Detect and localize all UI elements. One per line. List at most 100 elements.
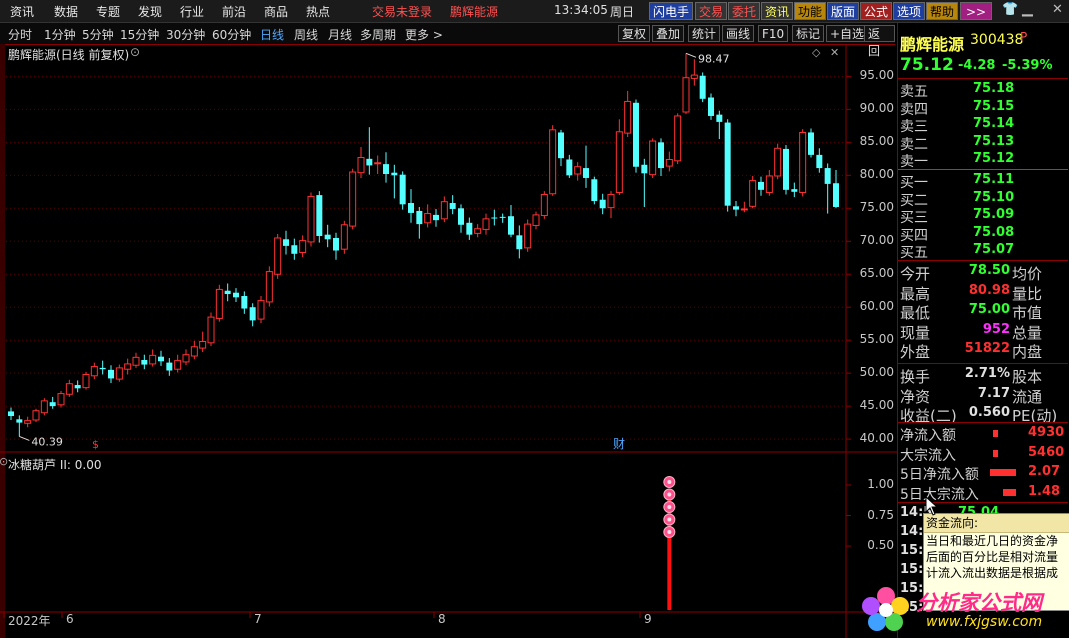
candle-body xyxy=(824,168,831,184)
menu-item-topics[interactable]: 专题 xyxy=(96,3,120,20)
candle xyxy=(674,113,682,165)
period-toolbar: 分时 1分钟 5分钟 15分钟 30分钟 60分钟 日线 周线 月线 多周期 更… xyxy=(0,23,895,58)
add-watchlist-button[interactable]: +自选 xyxy=(826,25,869,42)
candle xyxy=(566,154,573,178)
candle-body xyxy=(416,210,423,225)
top-menu-bar: 资讯 数据 专题 发现 行业 前沿 商品 热点 交易未登录 鹏辉能源 13:34… xyxy=(0,0,1069,23)
ask-level-1[interactable]: 卖一 75.12 xyxy=(898,151,1068,170)
period-tab-daily[interactable]: 日线 xyxy=(260,26,284,43)
candle-body xyxy=(108,369,114,379)
price-tick-label: 40.00 xyxy=(859,431,894,446)
stat-row: 今开 78.50 均价 xyxy=(898,263,1068,283)
draw-line-button[interactable]: 画线 xyxy=(722,25,755,42)
period-tab-30min[interactable]: 30分钟 xyxy=(166,26,205,43)
menu-item-commodity[interactable]: 商品 xyxy=(264,3,288,20)
order-button[interactable]: 委托 xyxy=(728,2,761,20)
back-button[interactable]: 返回 xyxy=(864,25,895,58)
candle xyxy=(124,358,132,375)
stat-label-2: 股本 xyxy=(1012,368,1043,386)
bid-level-3[interactable]: 买三 75.09 xyxy=(898,207,1068,226)
statistics-button[interactable]: 统计 xyxy=(688,25,721,42)
ask-level-4[interactable]: 卖四 75.15 xyxy=(898,99,1068,118)
function-button[interactable]: 功能 xyxy=(794,2,827,20)
candle-body xyxy=(508,216,514,235)
mark-button[interactable]: 标记 xyxy=(792,25,825,42)
news-button[interactable]: 资讯 xyxy=(761,2,794,20)
period-tab-5min[interactable]: 5分钟 xyxy=(82,26,114,43)
period-tab-60min[interactable]: 60分钟 xyxy=(212,26,251,43)
candle-body xyxy=(224,290,231,295)
candlestick-chart[interactable]: 98.47 40.39 $ 财 xyxy=(0,44,897,638)
period-tab-1min[interactable]: 1分钟 xyxy=(44,26,76,43)
f10-button[interactable]: F10 xyxy=(758,25,789,42)
period-tab-multi[interactable]: 多周期 xyxy=(360,26,396,43)
candle xyxy=(108,365,114,384)
period-tab-intraday[interactable]: 分时 xyxy=(8,26,32,43)
price-tick-label: 80.00 xyxy=(859,167,894,182)
trade-button[interactable]: 交易 xyxy=(695,2,728,20)
bid-level-4[interactable]: 买四 75.08 xyxy=(898,225,1068,244)
candle xyxy=(733,201,739,217)
menu-item-industry[interactable]: 行业 xyxy=(180,3,204,20)
diamond-icon[interactable]: ◇ xyxy=(812,46,820,59)
bid-level-1[interactable]: 买一 75.11 xyxy=(898,172,1068,191)
stat-value: 2.71% xyxy=(964,366,1010,381)
close-chart-icon[interactable]: ✕ xyxy=(830,46,839,59)
fund-flow-row[interactable]: 净流入额 4930 xyxy=(898,425,1068,444)
candle-body xyxy=(283,239,289,246)
candle xyxy=(333,232,339,260)
candle-body xyxy=(49,402,56,407)
stat-value: 78.50 xyxy=(968,263,1010,278)
chart-title-dropdown-icon[interactable]: ⊙ xyxy=(130,45,140,59)
candle xyxy=(749,175,757,209)
candle xyxy=(466,217,473,240)
formula-button[interactable]: 公式 xyxy=(860,2,893,20)
ask-level-3[interactable]: 卖三 75.14 xyxy=(898,116,1068,135)
options-button[interactable]: 选项 xyxy=(893,2,926,20)
bid-level-5[interactable]: 买五 75.07 xyxy=(898,242,1068,261)
fund-flow-row[interactable]: 大宗流入 5460 xyxy=(898,445,1068,464)
candle xyxy=(8,407,14,420)
overlay-button[interactable]: 叠加 xyxy=(652,25,685,42)
fund-flow-row[interactable]: 5日净流入额 2.07 xyxy=(898,464,1068,483)
indicator-dropdown-icon[interactable]: ⊙ xyxy=(0,455,8,468)
fund-flow-label: 净流入额 xyxy=(900,428,956,444)
candle xyxy=(524,219,532,252)
candle-body xyxy=(182,354,190,363)
candle-body xyxy=(765,175,773,193)
candle xyxy=(416,206,423,239)
close-icon[interactable]: ✕ xyxy=(1052,2,1063,17)
menu-item-frontier[interactable]: 前沿 xyxy=(222,3,246,20)
layout-button[interactable]: 版面 xyxy=(827,2,860,20)
period-tab-weekly[interactable]: 周线 xyxy=(294,26,318,43)
more-button[interactable]: >> xyxy=(960,2,992,20)
period-tab-15min[interactable]: 15分钟 xyxy=(120,26,159,43)
menu-item-discover[interactable]: 发现 xyxy=(138,3,162,20)
menu-item-hot[interactable]: 热点 xyxy=(306,3,330,20)
candle xyxy=(791,182,798,198)
low-pointer xyxy=(19,436,30,441)
candle xyxy=(583,145,589,188)
quote-suffix: P xyxy=(1020,30,1028,44)
candle-body xyxy=(241,296,248,309)
bid-level-2[interactable]: 买二 75.10 xyxy=(898,190,1068,209)
ask-level-2[interactable]: 卖二 75.13 xyxy=(898,134,1068,153)
fund-flow-row[interactable]: 5日大宗流入 1.48 xyxy=(898,484,1068,503)
shirt-icon[interactable]: 👕 xyxy=(1002,2,1018,17)
candle xyxy=(716,110,723,140)
minimize-icon[interactable]: ▁ xyxy=(1022,1,1033,17)
period-tab-more[interactable]: 更多 > xyxy=(405,26,443,43)
ask-level-5[interactable]: 卖五 75.18 xyxy=(898,81,1068,100)
menu-item-news[interactable]: 资讯 xyxy=(10,3,34,20)
help-button[interactable]: 帮助 xyxy=(926,2,959,20)
bid-price: 75.09 xyxy=(973,207,1015,223)
adjust-button[interactable]: 复权 xyxy=(618,25,651,42)
candle-body xyxy=(699,75,706,99)
candle xyxy=(482,213,490,235)
login-status[interactable]: 交易未登录 xyxy=(372,3,432,20)
lightning-trade-button[interactable]: 闪电手 xyxy=(649,2,694,20)
time-tick-label: 8 xyxy=(438,612,446,626)
flower-logo-icon xyxy=(862,587,909,631)
menu-item-data[interactable]: 数据 xyxy=(54,3,78,20)
period-tab-monthly[interactable]: 月线 xyxy=(328,26,352,43)
